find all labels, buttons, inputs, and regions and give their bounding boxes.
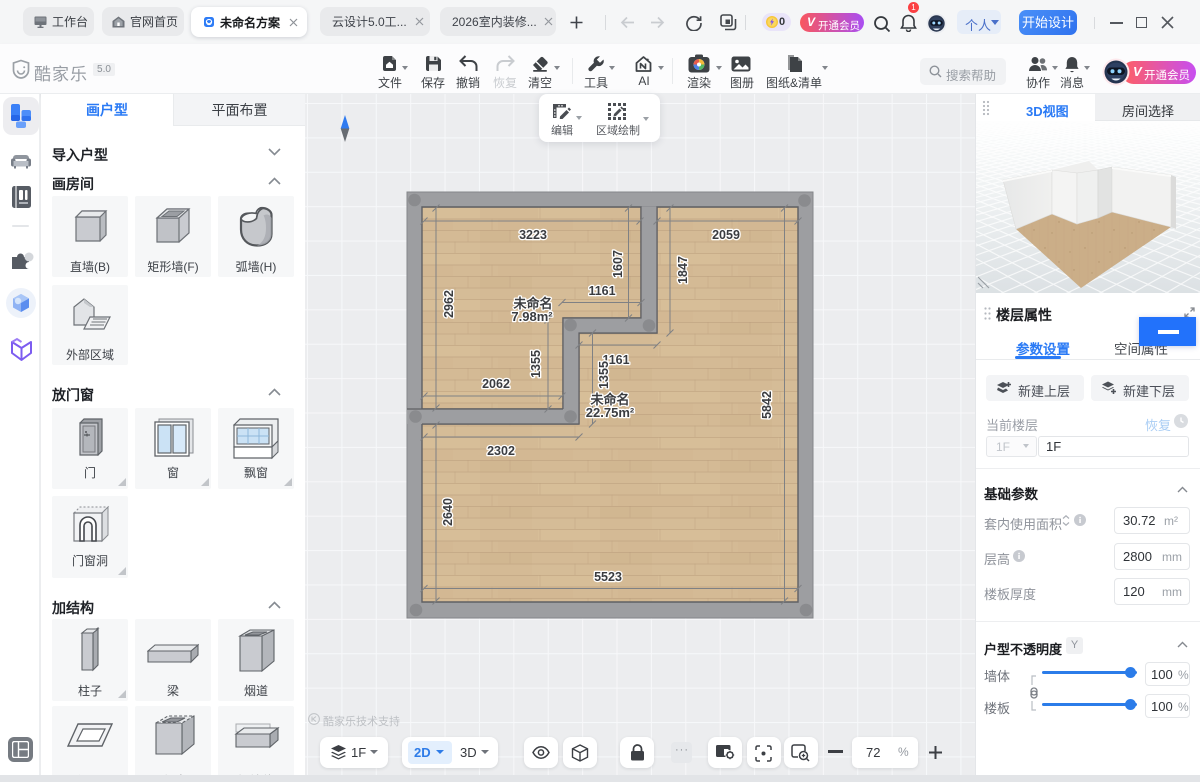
- svg-text:3223: 3223: [519, 228, 547, 242]
- svg-text:22.75m²: 22.75m²: [586, 405, 635, 420]
- svg-text:2302: 2302: [487, 444, 515, 458]
- svg-text:5523: 5523: [594, 570, 622, 584]
- svg-text:2640: 2640: [441, 498, 455, 526]
- svg-text:1161: 1161: [588, 284, 615, 298]
- svg-text:2059: 2059: [712, 228, 740, 242]
- svg-text:7.98m²: 7.98m²: [511, 309, 553, 324]
- svg-text:2962: 2962: [442, 290, 456, 318]
- svg-text:2062: 2062: [482, 377, 510, 391]
- svg-text:1355: 1355: [529, 350, 543, 378]
- svg-text:5842: 5842: [760, 391, 774, 419]
- svg-text:1355: 1355: [597, 361, 611, 389]
- svg-text:1607: 1607: [611, 250, 625, 278]
- svg-text:1847: 1847: [676, 256, 690, 284]
